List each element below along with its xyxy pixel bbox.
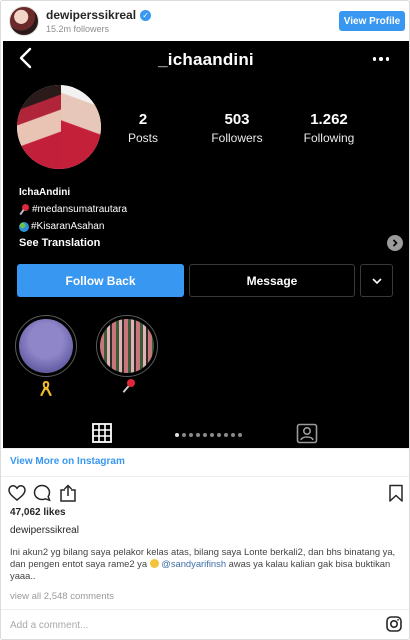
divider [1, 476, 409, 477]
profile-handle: _ichaandini [158, 50, 254, 69]
profile-actions: Follow Back Message [17, 264, 395, 297]
story-highlight [96, 315, 158, 377]
stat-posts: 2 Posts [119, 111, 167, 145]
page-dot [238, 433, 242, 437]
profile-top-bar: _ichaandini [3, 41, 409, 77]
view-all-comments-link[interactable]: view all 2,548 comments [10, 591, 114, 602]
more-options-icon [372, 57, 389, 61]
bio-hashtag: #medansumatrautara [32, 204, 128, 215]
verified-icon: ✓ [140, 9, 152, 21]
bio-name: IchaAndini [19, 187, 71, 198]
stat-label: Posts [127, 131, 158, 145]
pushpin-icon [122, 379, 136, 395]
bio-line: #KisaranAsahan [19, 221, 389, 232]
avatar[interactable] [9, 6, 39, 36]
post-caption: Ini akun2 yg bilang saya pelakor kelas a… [10, 546, 402, 583]
stat-label: Following [303, 131, 355, 145]
embed-header: dewiperssikreal ✓ 15.2m followers View P… [1, 1, 409, 41]
pushpin-icon [19, 204, 30, 215]
add-comment-input[interactable]: Add a comment... [10, 620, 88, 631]
header-username[interactable]: dewiperssikreal [46, 8, 136, 22]
page-dot [189, 433, 193, 437]
page-dot [210, 433, 214, 437]
chevron-down-icon [360, 264, 393, 297]
grid-icon [92, 423, 112, 443]
bio-hashtag: #KisaranAsahan [31, 221, 105, 232]
bio-line: #medansumatrautara [19, 204, 389, 215]
page-dot [182, 433, 186, 437]
message-button: Message [189, 264, 355, 297]
globe-icon [19, 221, 29, 232]
page-dot [203, 433, 207, 437]
page-dot [224, 433, 228, 437]
stat-value: 2 [138, 111, 148, 128]
likes-count: 47,062 likes [10, 507, 66, 518]
stat-following: 1.262 Following [294, 111, 364, 145]
profile-bio: IchaAndini #medansumatrautara #KisaranAs… [19, 187, 389, 249]
view-profile-button[interactable]: View Profile [339, 11, 405, 31]
stat-value: 1.262 [310, 111, 348, 128]
view-more-link[interactable]: View More on Instagram [10, 456, 125, 467]
divider [1, 609, 409, 610]
stat-label: Followers [211, 131, 263, 145]
caption-mention[interactable]: @sandyarifinsh [161, 558, 226, 569]
profile-picture [17, 85, 101, 169]
chevron-right-icon [387, 235, 403, 251]
heart-icon[interactable] [8, 484, 26, 502]
post-actions [8, 484, 404, 504]
instagram-embed: dewiperssikreal ✓ 15.2m followers View P… [0, 0, 410, 640]
stat-followers: 503 Followers [202, 111, 272, 145]
tagged-icon [296, 423, 318, 444]
page-dot [231, 433, 235, 437]
page-dot [196, 433, 200, 437]
follow-back-button: Follow Back [17, 264, 184, 297]
see-translation: See Translation [19, 237, 101, 249]
smile-emoji-icon [149, 559, 159, 569]
story-highlight [15, 315, 77, 377]
header-followers-count: 15.2m followers [46, 24, 110, 34]
page-indicator [175, 433, 242, 437]
post-owner[interactable]: dewiperssikreal [10, 525, 79, 536]
ribbon-icon [40, 380, 52, 396]
post-image[interactable]: _ichaandini 2 Posts 503 Followers 1.262 … [3, 41, 409, 448]
page-dot [175, 433, 179, 437]
comment-icon[interactable] [33, 484, 51, 502]
profile-stats: 2 Posts 503 Followers 1.262 Following [119, 111, 409, 145]
share-icon[interactable] [59, 484, 77, 502]
bookmark-icon[interactable] [387, 484, 405, 502]
username-row: dewiperssikreal ✓ [46, 8, 152, 22]
stat-value: 503 [224, 111, 250, 128]
page-dot [217, 433, 221, 437]
divider [1, 448, 409, 449]
instagram-icon[interactable] [386, 616, 402, 632]
header-names: dewiperssikreal ✓ 15.2m followers [46, 8, 152, 34]
